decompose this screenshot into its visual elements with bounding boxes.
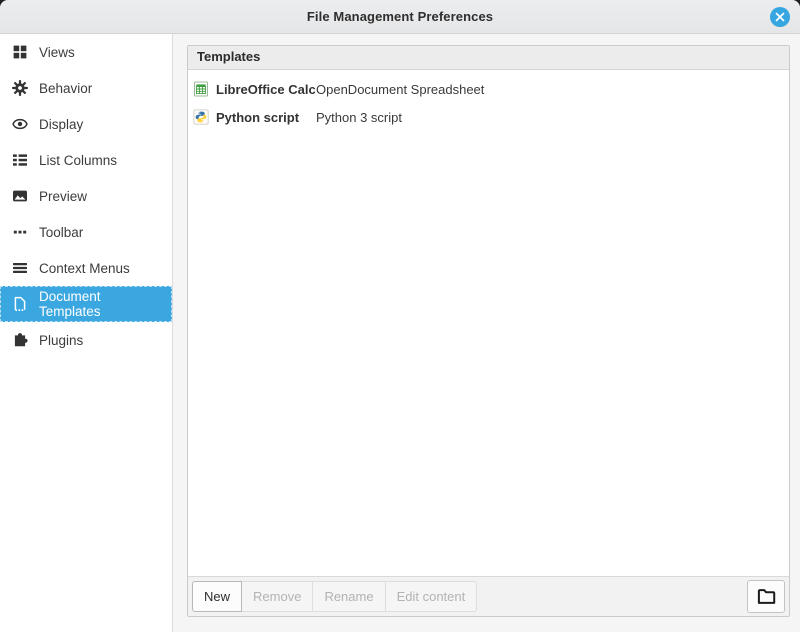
puzzle-icon — [12, 332, 28, 348]
sidebar-item-list-columns[interactable]: List Columns — [0, 142, 172, 178]
template-name: LibreOffice Calc — [216, 82, 316, 97]
list-columns-icon — [12, 152, 28, 168]
sidebar: Views — [0, 34, 173, 632]
sidebar-item-label: Behavior — [39, 81, 92, 96]
template-description: OpenDocument Spreadsheet — [316, 82, 484, 97]
views-grid-icon — [12, 44, 28, 60]
eye-icon — [12, 116, 28, 132]
sidebar-item-label: Context Menus — [39, 261, 130, 276]
document-template-icon — [12, 296, 28, 312]
open-templates-folder-button[interactable] — [747, 580, 785, 613]
folder-icon — [757, 588, 776, 605]
close-icon — [775, 12, 785, 22]
ellipsis-icon — [12, 224, 28, 240]
sidebar-item-label: Display — [39, 117, 83, 132]
sidebar-item-label: Views — [39, 45, 75, 60]
window-body: Views — [0, 34, 800, 632]
preferences-window: File Management Preferences Views — [0, 0, 800, 632]
template-row-libreoffice-calc[interactable]: LibreOffice Calc OpenDocument Spreadshee… — [188, 75, 789, 103]
sidebar-item-preview[interactable]: Preview — [0, 178, 172, 214]
image-icon — [12, 188, 28, 204]
sidebar-item-label: Plugins — [39, 333, 83, 348]
sidebar-item-label: Toolbar — [39, 225, 83, 240]
templates-panel: Templates — [187, 45, 790, 617]
templates-list[interactable]: LibreOffice Calc OpenDocument Spreadshee… — [188, 70, 789, 576]
template-row-python-script[interactable]: Python script Python 3 script — [188, 103, 789, 131]
sidebar-item-label: Preview — [39, 189, 87, 204]
sidebar-item-label: Document Templates — [39, 289, 164, 319]
sidebar-item-views[interactable]: Views — [0, 34, 172, 70]
close-button[interactable] — [770, 7, 790, 27]
libreoffice-calc-icon — [193, 81, 209, 97]
remove-template-button[interactable]: Remove — [241, 581, 313, 612]
menu-lines-icon — [12, 260, 28, 276]
sidebar-item-display[interactable]: Display — [0, 106, 172, 142]
window-title: File Management Preferences — [307, 9, 493, 24]
sidebar-item-behavior[interactable]: Behavior — [0, 70, 172, 106]
template-actions-group: New Remove Rename Edit content — [192, 581, 477, 612]
sidebar-item-label: List Columns — [39, 153, 117, 168]
rename-template-button[interactable]: Rename — [312, 581, 385, 612]
new-template-button[interactable]: New — [192, 581, 242, 612]
python-icon — [193, 109, 209, 125]
gear-icon — [12, 80, 28, 96]
main-area: Templates — [173, 34, 800, 632]
sidebar-item-plugins[interactable]: Plugins — [0, 322, 172, 358]
templates-column-header[interactable]: Templates — [188, 46, 789, 70]
sidebar-item-context-menus[interactable]: Context Menus — [0, 250, 172, 286]
titlebar: File Management Preferences — [0, 0, 800, 34]
edit-content-button[interactable]: Edit content — [385, 581, 478, 612]
templates-toolbar: New Remove Rename Edit content — [188, 576, 789, 616]
template-name: Python script — [216, 110, 316, 125]
sidebar-item-toolbar[interactable]: Toolbar — [0, 214, 172, 250]
template-description: Python 3 script — [316, 110, 402, 125]
sidebar-item-document-templates[interactable]: Document Templates — [0, 286, 172, 322]
